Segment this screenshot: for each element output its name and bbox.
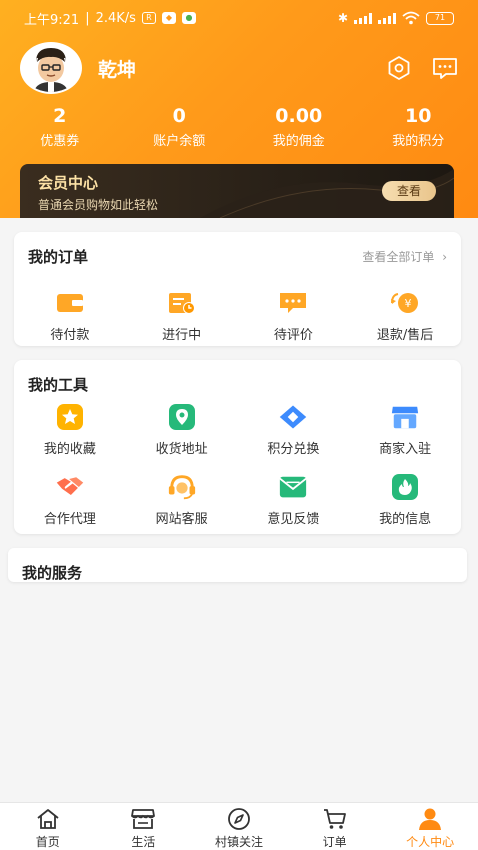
mail-icon [279,476,308,498]
cart-icon [323,809,346,829]
hd-icon: R [141,12,156,24]
tool-points-exchange[interactable]: 积分兑换 [238,402,350,457]
tab-orders[interactable]: 订单 [287,803,383,850]
member-subtitle: 普通会员购物如此轻松 [38,198,159,212]
services-title: 我的服务 [22,564,83,582]
compass-icon [228,808,250,830]
store-icon [392,406,419,429]
username: 乾坤 [98,58,137,81]
tab-village-follow[interactable]: 村镇关注 [191,803,287,850]
headset-icon [168,475,195,500]
signal-icon [354,12,372,24]
profile-row: 乾坤 [20,42,458,94]
order-to-review[interactable]: 待评价 [238,288,350,343]
settings-icon[interactable] [386,55,412,81]
calendar-clock-icon [168,293,195,314]
tab-profile[interactable]: 个人中心 [382,803,478,850]
svg-text:¥: ¥ [405,297,412,310]
star-icon [56,404,83,430]
tool-address[interactable]: 收货地址 [126,402,238,457]
member-view-button[interactable]: 查看 [382,181,436,201]
avatar[interactable] [20,42,82,94]
message-icon[interactable] [432,55,458,81]
handshake-icon [56,477,84,495]
tools-card: 我的工具 我的收藏 收货地址 积分兑换 商家入驻 合作代理 网站客服 意见反馈 … [14,360,461,534]
order-pending-payment[interactable]: 待付款 [14,288,126,343]
member-center-banner[interactable]: 会员中心 普通会员购物如此轻松 查看 [20,164,454,218]
tool-cooperation-agent[interactable]: 合作代理 [14,472,126,527]
stat-commission[interactable]: 0.00 我的佣金 [239,104,359,154]
order-refund[interactable]: ¥ 退款/售后 [349,288,461,343]
stats-row: 2 优惠券 0 账户余额 0.00 我的佣金 10 我的积分 [0,104,478,154]
person-icon [419,808,442,830]
profile-header: 上午9:21 | 2.4K/s R ◆ ● ✱ 71 乾坤 2 优惠券 0 账户… [0,0,478,218]
view-all-orders-link[interactable]: 查看全部订单 › [362,248,447,265]
refund-icon: ¥ [391,293,419,313]
stat-coupons[interactable]: 2 优惠券 [0,104,120,154]
home-icon [37,809,59,829]
tool-favorites[interactable]: 我的收藏 [14,402,126,457]
status-time: 上午9:21 [24,12,80,28]
stat-points[interactable]: 10 我的积分 [359,104,478,154]
bluetooth-icon: ✱ [337,11,348,25]
tab-home[interactable]: 首页 [0,803,96,850]
shield-icon: ◆ [161,12,176,24]
chevron-right-icon: › [442,250,447,264]
wechat-icon: ● [181,12,196,24]
flame-icon [392,474,419,500]
tool-merchant-join[interactable]: 商家入驻 [349,402,461,457]
bottom-tab-bar: 首页 生活 村镇关注 订单 个人中心 [0,802,478,850]
diamond-icon [280,405,307,429]
services-card: 我的服务 [8,548,467,582]
avatar-icon [22,44,80,92]
battery-icon: 71 [426,11,454,25]
orders-title: 我的订单 [28,248,89,266]
wifi-icon [402,11,420,25]
orders-card: 我的订单 查看全部订单 › 待付款 进行中 待评价 ¥ 退款/售后 [14,232,461,346]
tool-feedback[interactable]: 意见反馈 [238,472,350,527]
tab-life[interactable]: 生活 [96,803,192,850]
tool-my-info[interactable]: 我的信息 [349,472,461,527]
location-icon [168,404,195,430]
tool-customer-service[interactable]: 网站客服 [126,472,238,527]
status-speed: 2.4K/s [95,10,136,26]
status-bar: 上午9:21 | 2.4K/s R ◆ ● ✱ 71 [0,0,478,36]
shop-icon [131,809,156,829]
order-in-progress[interactable]: 进行中 [126,288,238,343]
tools-title: 我的工具 [28,376,89,394]
member-title: 会员中心 [38,174,99,192]
stat-balance[interactable]: 0 账户余额 [120,104,240,154]
comment-icon [280,293,307,313]
signal-icon [378,12,396,24]
wallet-icon [56,294,83,312]
